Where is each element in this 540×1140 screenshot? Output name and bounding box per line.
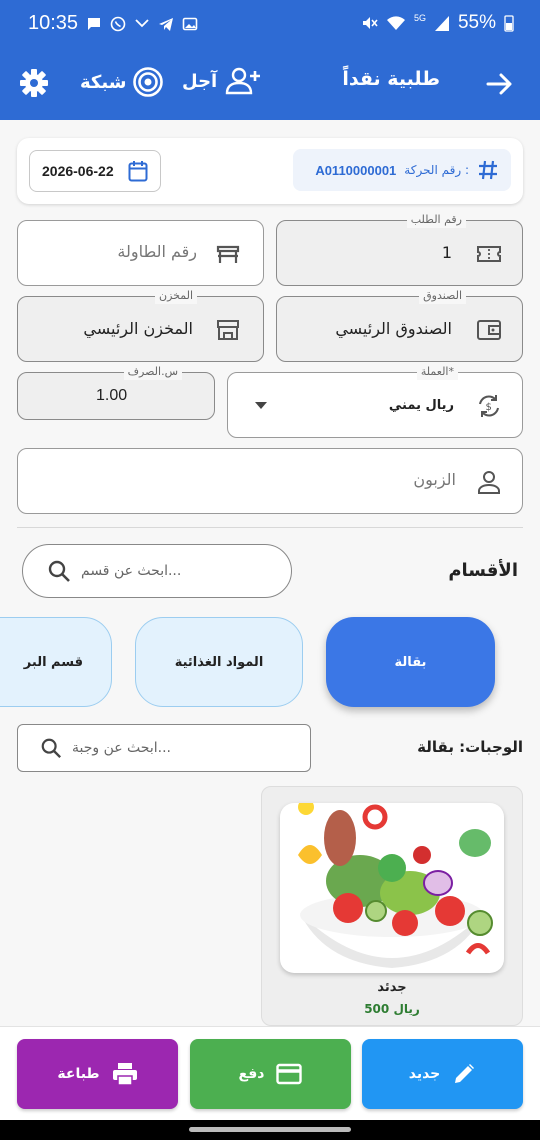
home-gesture-bar[interactable] — [189, 1127, 351, 1132]
cashbox-field[interactable]: الصندوق الصندوق الرئيسي — [276, 288, 523, 362]
currency-select[interactable]: العملة* ريال يمني $ — [227, 364, 523, 438]
system-nav-bar — [0, 1120, 540, 1140]
category-chip-partial[interactable]: قسم البر — [0, 617, 112, 707]
signal-icon — [434, 16, 449, 31]
meal-search-placeholder: ابحث عن وجبة... — [72, 740, 171, 756]
back-arrow-icon[interactable] — [484, 68, 516, 100]
meal-card[interactable]: جدئد 500 ريال — [261, 786, 523, 1026]
customer-placeholder: الزبون — [413, 470, 456, 489]
reference-value: A0110000001 — [315, 162, 397, 178]
meal-price: 500 ريال — [364, 1002, 420, 1016]
battery-level: 55% — [457, 12, 496, 33]
search-icon — [48, 560, 70, 582]
table-number-placeholder: رقم الطاولة — [117, 242, 197, 261]
new-button-label: جديد — [408, 1066, 441, 1082]
reference-number: A0110000001 رقم الحركة : — [293, 149, 511, 191]
broadcast-icon — [133, 67, 164, 97]
svg-text:$: $ — [486, 402, 492, 413]
new-button[interactable]: جديد — [362, 1039, 523, 1109]
section-search-placeholder: ابحث عن قسم... — [81, 563, 182, 579]
meal-search-input[interactable]: ابحث عن وجبة... — [17, 724, 311, 772]
print-button-label: طباعة — [57, 1066, 100, 1082]
category-chip-grocery[interactable]: بقالة — [326, 617, 495, 707]
currency-value: ريال يمني — [388, 398, 454, 413]
date-value: 2026-06-22 — [42, 163, 114, 179]
meal-name: جدئد — [377, 980, 407, 995]
mute-icon — [362, 17, 378, 29]
currency-label: العملة* — [416, 364, 458, 380]
customer-field[interactable]: الزبون — [17, 448, 523, 514]
status-bar: 10:35 5G 55% — [0, 0, 540, 48]
telegram-icon — [159, 18, 173, 31]
bottom-action-bar: جديد دفع طباعة — [0, 1026, 540, 1120]
category-chip-label: المواد الغذائية — [174, 654, 264, 670]
search-icon — [41, 738, 62, 759]
warehouse-value: المخزن الرئيسي — [83, 319, 193, 338]
app-bar: طلبية نقداً آجل شبكة — [0, 48, 540, 120]
warehouse-field[interactable]: المخزن المخزن الرئيسي — [17, 288, 264, 362]
order-number-value: 1 — [441, 243, 452, 262]
warehouse-label: المخزن — [154, 288, 197, 304]
person-icon — [478, 471, 500, 494]
network-label: شبكة — [80, 71, 127, 93]
currency-exchange-icon: $ — [479, 395, 499, 417]
meals-title: الوجبات: بقالة — [417, 738, 523, 756]
gallery-icon — [182, 17, 198, 31]
cashbox-value: الصندوق الرئيسي — [335, 319, 452, 338]
page-title: طلبية نقداً — [342, 68, 440, 90]
section-search-input[interactable]: ابحث عن قسم... — [22, 544, 292, 598]
table-icon — [216, 245, 240, 263]
network-button[interactable]: شبكة — [80, 66, 164, 98]
dropdown-arrow-icon — [255, 402, 267, 409]
exchange-rate-value: 1.00 — [96, 387, 128, 404]
missed-call-icon — [135, 19, 149, 28]
wallet-icon — [477, 320, 501, 340]
whatsapp-icon — [110, 16, 126, 32]
status-time: 10:35 — [28, 12, 79, 34]
category-chip-label: قسم البر — [23, 654, 83, 670]
pay-button[interactable]: دفع — [190, 1039, 351, 1109]
message-icon — [88, 18, 100, 30]
category-chip-foodstuffs[interactable]: المواد الغذائية — [135, 617, 303, 707]
ticket-icon — [477, 246, 501, 262]
print-button[interactable]: طباعة — [17, 1039, 178, 1109]
credit-label: آجل — [182, 70, 218, 92]
add-user-icon — [226, 67, 261, 95]
sections-title: الأقسام — [448, 560, 518, 581]
exchange-rate-field[interactable]: س.الصرف 1.00 — [17, 364, 215, 420]
hash-icon — [479, 160, 497, 180]
category-chip-label: بقالة — [394, 654, 427, 670]
meal-image-salad — [280, 803, 504, 973]
settings-gear-icon[interactable] — [19, 68, 49, 98]
store-icon — [217, 320, 239, 340]
pay-button-label: دفع — [238, 1066, 265, 1082]
credit-button[interactable]: آجل — [182, 66, 261, 96]
calendar-icon — [128, 161, 148, 182]
order-number-field[interactable]: رقم الطلب 1 — [276, 212, 523, 286]
network-type: 5G — [413, 13, 426, 23]
cashbox-label: الصندوق — [419, 288, 466, 304]
printer-icon — [112, 1063, 137, 1086]
battery-icon — [504, 15, 514, 32]
exchange-rate-label: س.الصرف — [123, 364, 182, 380]
reference-label: رقم الحركة : — [404, 163, 469, 177]
order-number-label: رقم الطلب — [406, 212, 466, 228]
salad-illustration — [298, 803, 493, 968]
date-picker[interactable]: 2026-06-22 — [29, 150, 161, 192]
header-card: 2026-06-22 A0110000001 رقم الحركة : — [17, 138, 523, 204]
table-number-field[interactable]: رقم الطاولة — [17, 220, 264, 286]
divider — [17, 527, 523, 528]
credit-card-icon — [276, 1063, 303, 1085]
wifi-icon — [386, 16, 405, 30]
edit-pencil-icon — [455, 1064, 475, 1083]
